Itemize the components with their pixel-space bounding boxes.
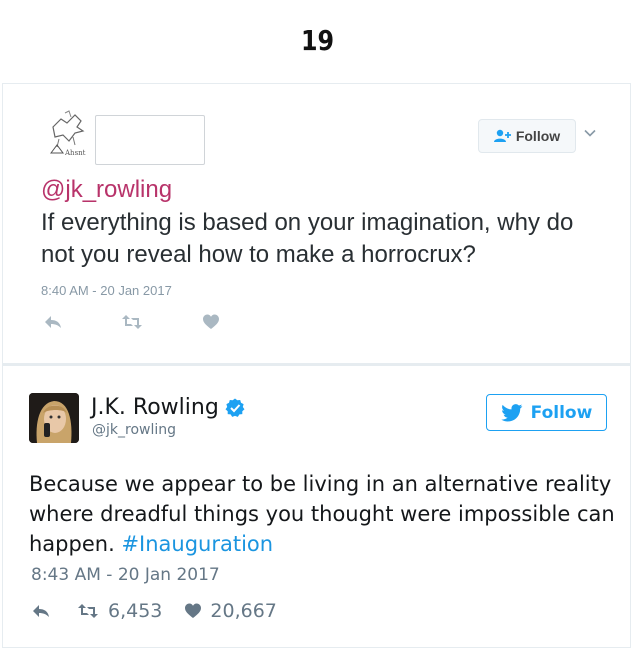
tweet-text: Because we appear to be living in an alt… — [29, 469, 619, 559]
retweet-icon[interactable] — [121, 313, 142, 331]
display-name[interactable]: J.K. Rowling — [91, 395, 245, 420]
avatar[interactable] — [29, 393, 79, 443]
follow-label: Follow — [515, 128, 561, 144]
retweet-icon — [76, 602, 100, 620]
page-number: 19 — [300, 24, 335, 57]
hashtag-link[interactable]: #Inauguration — [121, 532, 273, 556]
reply-icon — [31, 602, 51, 620]
sketch-avatar[interactable]: Ahsnt — [47, 109, 87, 157]
tweet-text: If everything is based on your imaginati… — [41, 209, 574, 268]
placeholder-box — [95, 115, 205, 165]
reply-icon[interactable] — [43, 313, 63, 331]
follow-button[interactable]: Follow — [478, 119, 576, 153]
follow-label: Follow — [530, 402, 593, 423]
tweet-question-card: Ahsnt Follow @jk_rowling If everything i… — [2, 83, 631, 364]
svg-text:Ahsnt: Ahsnt — [64, 149, 86, 157]
retweet-count: 6,453 — [108, 600, 163, 622]
like-action[interactable]: 20,667 — [184, 600, 277, 622]
tweet-text-main: Because we appear to be living in an alt… — [29, 472, 615, 556]
tweet-mention[interactable]: @jk_rowling — [41, 176, 172, 204]
add-user-icon — [493, 129, 512, 143]
reply-action[interactable] — [31, 602, 51, 620]
tweet-timestamp[interactable]: 8:43 AM - 20 Jan 2017 — [31, 565, 220, 585]
tweet-actions: 6,453 20,667 — [31, 599, 277, 623]
heart-icon[interactable] — [202, 313, 222, 331]
username[interactable]: @jk_rowling — [92, 422, 176, 438]
heart-icon — [184, 602, 202, 620]
tweet-timestamp[interactable]: 8:40 AM - 20 Jan 2017 — [41, 283, 172, 298]
verified-badge-icon — [225, 398, 245, 418]
like-count: 20,667 — [210, 600, 277, 622]
tweet-reply-card: J.K. Rowling @jk_rowling Follow Because … — [2, 364, 631, 648]
twitter-bird-icon — [500, 403, 523, 422]
chevron-down-icon[interactable] — [583, 126, 597, 140]
follow-button[interactable]: Follow — [486, 394, 607, 431]
display-name-text: J.K. Rowling — [91, 395, 219, 420]
retweet-action[interactable]: 6,453 — [76, 600, 162, 622]
